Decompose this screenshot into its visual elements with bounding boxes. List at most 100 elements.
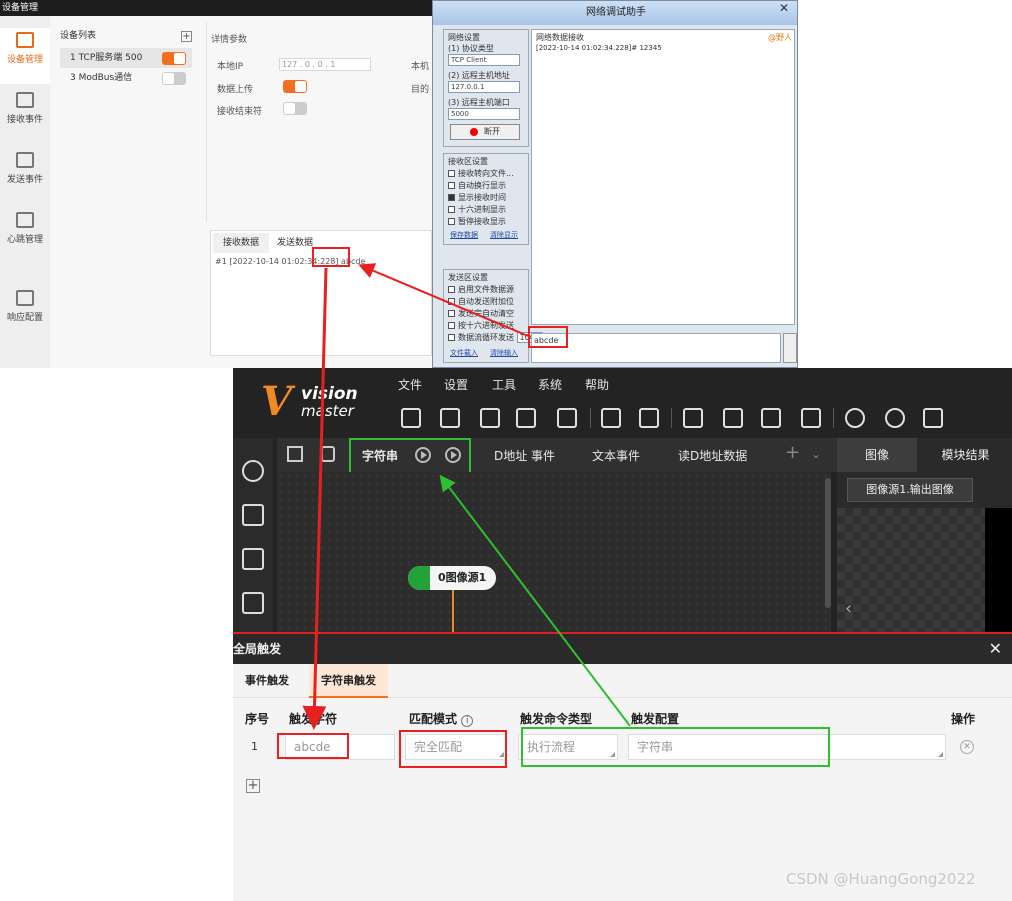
device-icon[interactable] [723, 408, 743, 428]
recv-option[interactable]: 接收转向文件... [448, 168, 514, 179]
device-row[interactable]: 3 ModBus通信 [60, 68, 192, 88]
menu-system[interactable]: 系统 [538, 376, 562, 393]
add-tab-icon[interactable]: + [785, 442, 800, 463]
lock-icon[interactable] [557, 408, 577, 428]
info-icon[interactable]: i [461, 715, 474, 727]
tab-module-result[interactable]: 模块结果 [919, 438, 1012, 472]
flow-canvas[interactable] [277, 472, 831, 632]
col-match-mode-label: 匹配模式 [409, 712, 458, 726]
device-enable-toggle[interactable] [162, 52, 186, 65]
send-input[interactable]: abcde [531, 333, 781, 363]
device-icon [16, 32, 34, 48]
add-row-button[interactable]: + [246, 779, 260, 793]
canvas-scrollbar[interactable] [825, 478, 831, 608]
save-data-link[interactable]: 保存数据 [450, 230, 478, 240]
variable-icon[interactable] [683, 408, 703, 428]
global-icon[interactable] [761, 408, 781, 428]
brand-label: @野人 [768, 33, 792, 42]
image-source-select[interactable]: 图像源1.输出图像 [847, 478, 973, 502]
format-icon[interactable] [923, 408, 943, 428]
recv-end-char-toggle[interactable] [283, 102, 307, 115]
camera-icon[interactable] [601, 408, 621, 428]
device-row[interactable]: 1 TCP服务端 500 [60, 48, 192, 68]
clear-input-link[interactable]: 清除输入 [490, 348, 518, 358]
tab-string-trigger[interactable]: 字符串触发 [309, 664, 388, 698]
redo-icon[interactable] [516, 408, 536, 428]
nav-receive-event[interactable]: 接收事件 [0, 88, 50, 144]
recv-option[interactable]: 十六进制显示 [448, 204, 506, 215]
option-label: 十六进制显示 [458, 205, 506, 214]
option-label: 按十六进制发送 [458, 321, 514, 330]
grid-icon[interactable] [639, 408, 659, 428]
send-button[interactable] [783, 333, 797, 363]
hierarchy-icon[interactable] [287, 446, 303, 462]
option-label: 数据流循环发送 [458, 333, 514, 342]
device-label: 1 TCP服务端 500 [70, 53, 143, 63]
menu-help[interactable]: 帮助 [585, 376, 609, 393]
send-option[interactable]: 自动发送附加位 [448, 296, 514, 307]
tab-d-address-event[interactable]: D地址 事件 [494, 447, 555, 464]
settings-column: 网络设置 (1) 协议类型 TCP Client (2) 远程主机地址 127.… [441, 29, 557, 365]
checkbox-icon [448, 182, 455, 189]
add-device-button[interactable]: + [181, 31, 192, 42]
annotation-red-box [277, 733, 349, 759]
remote-ip-input[interactable]: 127.0.0.1 [448, 81, 520, 93]
remote-port-input[interactable]: 5000 [448, 108, 520, 120]
nav-response-config[interactable]: 响应配置 [0, 286, 50, 342]
tab-text-event[interactable]: 文本事件 [592, 447, 640, 464]
option-label: 启用文件数据源 [458, 285, 514, 294]
receive-icon [16, 92, 34, 108]
option-label: 自动换行显示 [458, 181, 506, 190]
load-file-link[interactable]: 文件载入 [450, 348, 478, 358]
send-icon [16, 152, 34, 168]
close-icon[interactable]: ✕ [779, 1, 789, 15]
nav-send-event[interactable]: 发送事件 [0, 148, 50, 204]
menu-settings[interactable]: 设置 [444, 376, 468, 393]
protocol-select[interactable]: TCP Client [448, 54, 520, 66]
wrench-icon[interactable] [321, 446, 335, 462]
delete-row-icon[interactable]: ✕ [960, 740, 974, 754]
send-option[interactable]: 启用文件数据源 [448, 284, 514, 295]
menu-file[interactable]: 文件 [398, 376, 422, 393]
menu-tools[interactable]: 工具 [492, 376, 516, 393]
image-edit-icon[interactable] [242, 504, 264, 526]
run-loop-icon[interactable] [885, 408, 905, 428]
save-icon[interactable] [401, 408, 421, 428]
tab-receive-data[interactable]: 接收数据 [213, 233, 270, 253]
flow-node-image-source[interactable]: 0图像源1 [408, 566, 496, 590]
nav-heartbeat[interactable]: 心跳管理 [0, 208, 50, 264]
close-icon[interactable]: ✕ [989, 634, 1002, 664]
nav-device-management[interactable]: 设备管理 [0, 28, 50, 84]
chevron-down-icon[interactable]: ⌄ [811, 447, 821, 461]
option-label: 暂停接收显示 [458, 217, 506, 226]
annotation-green-box [521, 727, 830, 767]
run-once-icon[interactable] [845, 408, 865, 428]
disconnect-button[interactable]: 断开 [450, 124, 520, 140]
logo-line2: master [301, 402, 354, 420]
send-option[interactable]: 按十六进制发送 [448, 320, 514, 331]
device-label: 3 ModBus通信 [70, 73, 133, 83]
clear-display-link[interactable]: 清除显示 [490, 230, 518, 240]
nav-label: 发送事件 [6, 175, 43, 185]
tab-event-trigger[interactable]: 事件触发 [233, 664, 301, 698]
tab-read-d-address[interactable]: 读D地址数据 [678, 447, 747, 464]
recv-option[interactable]: 显示接收时间 [448, 192, 506, 203]
device-list-panel: 设备列表 + 1 TCP服务端 500 3 ModBus通信 [56, 22, 196, 362]
measure-icon[interactable] [242, 548, 264, 570]
tab-image[interactable]: 图像 [837, 438, 917, 472]
chevron-left-icon[interactable]: ‹ [845, 598, 852, 619]
script-icon[interactable] [801, 408, 821, 428]
recv-option[interactable]: 暂停接收显示 [448, 216, 506, 227]
locate-icon[interactable] [242, 460, 264, 482]
send-option[interactable]: 发送完自动清空 [448, 308, 514, 319]
undo-icon[interactable] [480, 408, 500, 428]
open-folder-icon[interactable] [440, 408, 460, 428]
recv-option[interactable]: 自动换行显示 [448, 180, 506, 191]
local-ip-input[interactable]: 127 . 0 . 0 . 1 [279, 58, 371, 71]
focus-icon[interactable] [242, 592, 264, 614]
window-title: 网络调试助手 [433, 1, 797, 25]
device-enable-toggle[interactable] [162, 72, 186, 85]
target-label: 目的 [411, 85, 430, 95]
data-upload-toggle[interactable] [283, 80, 307, 93]
node-label: 0图像源1 [438, 571, 487, 584]
